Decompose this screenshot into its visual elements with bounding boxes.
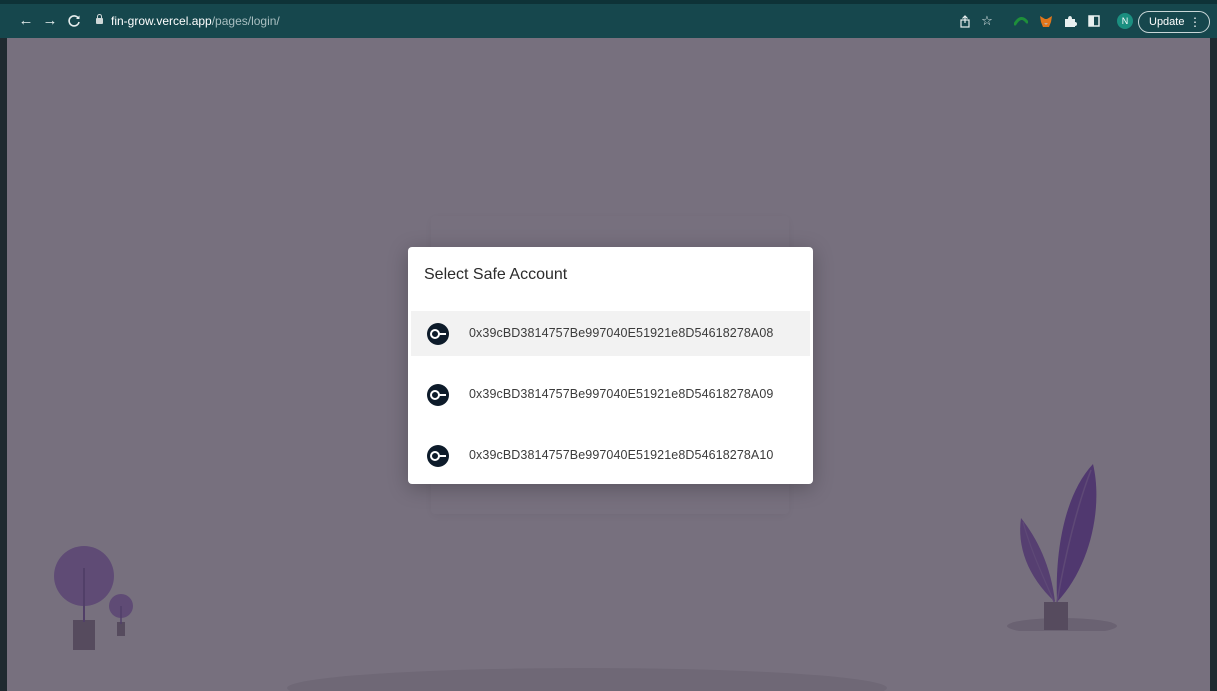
lock-icon	[96, 14, 103, 24]
extension-icon[interactable]	[1012, 11, 1030, 31]
url-path: /pages/login/	[211, 14, 280, 28]
url-host: fin-grow.vercel.app	[111, 14, 212, 28]
account-address: 0x39cBD3814757Be997040E51921e8D54618278A…	[469, 448, 774, 462]
share-icon[interactable]	[956, 11, 974, 31]
forward-icon[interactable]: →	[40, 11, 60, 31]
account-option-2[interactable]: 0x39cBD3814757Be997040E51921e8D54618278A…	[411, 372, 810, 417]
address-bar[interactable]: fin-grow.vercel.app/pages/login/	[96, 10, 280, 32]
back-icon[interactable]: ←	[16, 11, 36, 31]
menu-icon[interactable]: ⋮	[1189, 12, 1201, 32]
page-viewport: Select Safe Account 0x39cBD3814757Be9970…	[7, 38, 1210, 691]
browser-window: ← → fin-grow.vercel.app/pages/login/ ☆ N…	[0, 0, 1217, 691]
metamask-icon[interactable]	[1037, 11, 1055, 31]
reload-icon[interactable]	[64, 11, 84, 31]
select-safe-account-dialog: Select Safe Account 0x39cBD3814757Be9970…	[408, 247, 813, 484]
dialog-title: Select Safe Account	[424, 266, 568, 283]
safe-coin-icon	[427, 384, 449, 406]
update-label: Update	[1149, 16, 1185, 28]
account-list: 0x39cBD3814757Be997040E51921e8D54618278A…	[411, 311, 810, 494]
profile-avatar[interactable]: N	[1117, 13, 1133, 29]
update-button[interactable]: Update ⋮	[1138, 11, 1210, 33]
account-option-1[interactable]: 0x39cBD3814757Be997040E51921e8D54618278A…	[411, 311, 810, 356]
account-address: 0x39cBD3814757Be997040E51921e8D54618278A…	[469, 326, 774, 340]
browser-toolbar: ← → fin-grow.vercel.app/pages/login/ ☆ N…	[0, 0, 1217, 38]
account-address: 0x39cBD3814757Be997040E51921e8D54618278A…	[469, 387, 774, 401]
sidepanel-icon[interactable]	[1085, 11, 1103, 31]
puzzle-icon[interactable]	[1061, 11, 1079, 31]
account-option-3[interactable]: 0x39cBD3814757Be997040E51921e8D54618278A…	[411, 433, 810, 478]
star-icon[interactable]: ☆	[978, 11, 996, 31]
safe-coin-icon	[427, 445, 449, 467]
safe-coin-icon	[427, 323, 449, 345]
